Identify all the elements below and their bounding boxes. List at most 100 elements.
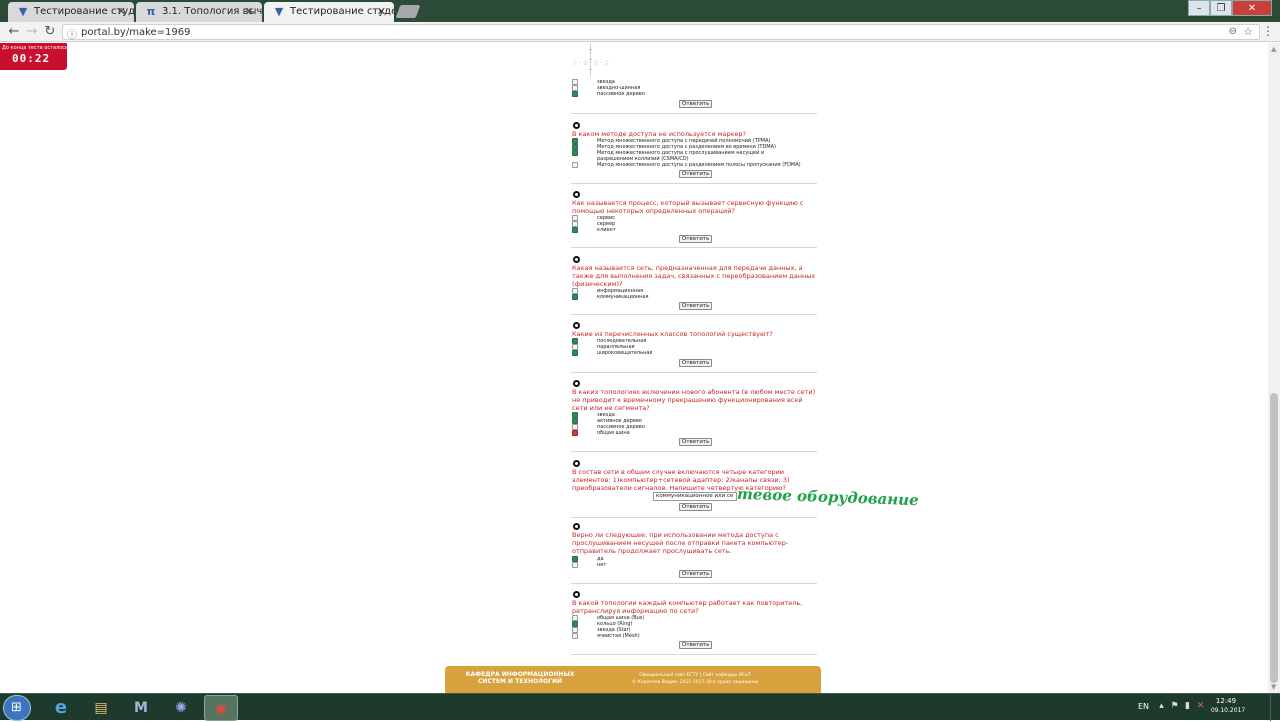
question-block-1: звезда звездно-шинная пассивное дерево О…: [571, 79, 817, 115]
divider: [571, 583, 817, 584]
windows-logo-icon: ⊞: [11, 700, 22, 715]
footer-links: Официальный сайт БГТУ | Сайт кафедры ИСи…: [595, 672, 795, 686]
minimize-button[interactable]: –: [1188, 0, 1210, 16]
answer-button[interactable]: Ответить: [679, 100, 713, 108]
show-desktop-button[interactable]: [1270, 694, 1280, 721]
close-tab-icon[interactable]: ✕: [117, 5, 126, 18]
question-block-5: Какие из перечисленных классов топологий…: [571, 322, 817, 374]
pi-favicon-icon: π: [146, 5, 156, 18]
checkbox[interactable]: [572, 562, 578, 568]
system-tray: EN ▴ ⚑ ▮ ✕ 12:49 09.10.2017: [1130, 694, 1280, 721]
page-scrollbar[interactable]: ▲ ▼: [1268, 43, 1280, 693]
address-bar[interactable]: ⓘ portal.by/make=1969 ⊖ ☆: [62, 24, 1260, 41]
chrome-taskbar-icon[interactable]: ◉: [204, 695, 238, 721]
question-block-2: В каком методе доступа не используется м…: [571, 122, 817, 185]
shield-favicon-icon: ▼: [18, 5, 28, 18]
question-marker-icon: [573, 380, 580, 387]
menu-dots-icon[interactable]: ⋮: [1262, 25, 1274, 37]
tab-2[interactable]: π 3.1. Топология вычисл ✕: [136, 2, 262, 22]
zoom-icon[interactable]: ⊖: [1229, 26, 1237, 37]
clock-date[interactable]: 09.10.2017: [1208, 707, 1248, 714]
shield-favicon-icon: ▼: [274, 5, 284, 18]
divider: [571, 314, 817, 315]
question-marker-icon: [573, 191, 580, 198]
checkbox-checked[interactable]: [572, 350, 578, 356]
footer-site-links[interactable]: Официальный сайт БГТУ | Сайт кафедры ИСи…: [595, 672, 795, 679]
info-icon[interactable]: ⓘ: [67, 26, 77, 41]
language-indicator[interactable]: EN: [1138, 702, 1149, 711]
question-marker-icon: [573, 460, 580, 467]
back-arrow-icon[interactable]: ←: [6, 24, 22, 40]
url-text: portal.by/make=1969: [81, 27, 191, 38]
question-marker-icon: [573, 523, 580, 530]
question-block-8: Верно ли следующее: при использовании ме…: [571, 523, 817, 584]
tab-strip: ▼ Тестирование студентов ✕ π 3.1. Тополо…: [0, 0, 1280, 22]
topology-nodes-row: ☆·☆·☆·☆: [572, 59, 611, 67]
question-marker-icon: [573, 256, 580, 263]
flag-icon[interactable]: ⚑: [1169, 701, 1180, 712]
close-window-button[interactable]: ✕: [1232, 0, 1272, 16]
scrollbar-thumb[interactable]: [1270, 393, 1278, 683]
maximize-button[interactable]: ❐: [1210, 0, 1232, 16]
question-block-3: Как называется процесс, который вызывает…: [571, 191, 817, 249]
close-tab-icon[interactable]: ✕: [245, 5, 254, 18]
question-text: Как называется процесс, который вызывает…: [572, 199, 804, 215]
department-title: КАФЕДРА ИНФОРМАЦИОННЫХ СИСТЕМ И ТЕХНОЛОГ…: [465, 671, 575, 685]
question-marker-icon: [573, 591, 580, 598]
app-bug-icon[interactable]: ✺: [164, 695, 198, 721]
answer-button[interactable]: Ответить: [679, 641, 713, 649]
volume-muted-icon[interactable]: ✕: [1195, 701, 1206, 712]
checkbox-checked[interactable]: [572, 91, 578, 97]
question-text: В какой топологии каждый компьютер работ…: [572, 599, 803, 615]
file-explorer-icon[interactable]: ▤: [84, 695, 118, 721]
answer-button[interactable]: Ответить: [679, 359, 713, 367]
tray-arrow-icon[interactable]: ▴: [1156, 701, 1167, 712]
timer-label: До конца теста осталось: [2, 45, 68, 51]
start-button[interactable]: ⊞: [3, 695, 31, 721]
question-marker-icon: [573, 322, 580, 329]
browser-toolbar: ← → ↻ ⓘ portal.by/make=1969 ⊖ ☆ ⋮: [0, 22, 1280, 42]
site-footer: КАФЕДРА ИНФОРМАЦИОННЫХ СИСТЕМ И ТЕХНОЛОГ…: [445, 666, 821, 693]
network-icon[interactable]: ▮: [1182, 701, 1193, 712]
question-block-4: Какая называется сеть, предназначенная д…: [571, 256, 817, 315]
checkbox[interactable]: [572, 162, 578, 168]
question-text: В каком методе доступа не используется м…: [572, 130, 746, 138]
question-marker-icon: [573, 122, 580, 129]
bookmark-star-icon[interactable]: ☆: [1243, 25, 1253, 38]
checkbox-checked[interactable]: [572, 150, 578, 156]
answer-text-input[interactable]: коммуникационное или се: [653, 492, 737, 501]
app-m-icon[interactable]: M: [124, 695, 158, 721]
checkbox-checked[interactable]: [572, 227, 578, 233]
internet-explorer-icon[interactable]: e: [44, 695, 78, 721]
question-text: В каких топологиях включение нового абон…: [572, 388, 816, 412]
checkbox-checked[interactable]: [572, 430, 578, 436]
timer-value: 00:22: [12, 52, 51, 65]
answer-button[interactable]: Ответить: [679, 570, 713, 578]
forward-arrow-icon[interactable]: →: [24, 24, 40, 40]
question-text: Какие из перечисленных классов топологий…: [572, 330, 773, 338]
new-tab-button[interactable]: [395, 5, 421, 18]
question-text: Верно ли следующее: при использовании ме…: [572, 531, 789, 555]
answer-button[interactable]: Ответить: [679, 302, 713, 310]
answer-button[interactable]: Ответить: [679, 503, 713, 511]
reload-icon[interactable]: ↻: [42, 24, 58, 40]
tab-1[interactable]: ▼ Тестирование студентов ✕: [8, 2, 134, 22]
scroll-down-icon[interactable]: ▼: [1271, 683, 1276, 691]
divider: [571, 183, 817, 184]
answer-button[interactable]: Ответить: [679, 235, 713, 243]
test-timer: До конца теста осталось 00:22: [0, 43, 68, 70]
answer-button[interactable]: Ответить: [679, 170, 713, 178]
question-block-6: В каких топологиях включение нового абон…: [571, 380, 817, 453]
checkbox-checked[interactable]: [572, 294, 578, 300]
footer-copyright: © Коротеев Вадим, 2011-2017. Все права з…: [631, 680, 759, 685]
question-block-9: В какой топологии каждый компьютер работ…: [571, 591, 817, 657]
divider: [571, 372, 817, 373]
page-content: До конца теста осталось 00:22 │ ┼ │ ┼ │ ┼ │ ☆·…: [0, 43, 1268, 693]
window-controls: – ❐ ✕: [1188, 0, 1272, 16]
close-tab-icon[interactable]: ✕: [377, 5, 386, 18]
clock-time[interactable]: 12:49: [1208, 697, 1244, 705]
checkbox[interactable]: [572, 633, 578, 639]
scroll-up-icon[interactable]: ▲: [1271, 45, 1276, 53]
answer-button[interactable]: Ответить: [679, 438, 713, 446]
tab-3[interactable]: ▼ Тестирование студентов ✕: [264, 2, 394, 22]
